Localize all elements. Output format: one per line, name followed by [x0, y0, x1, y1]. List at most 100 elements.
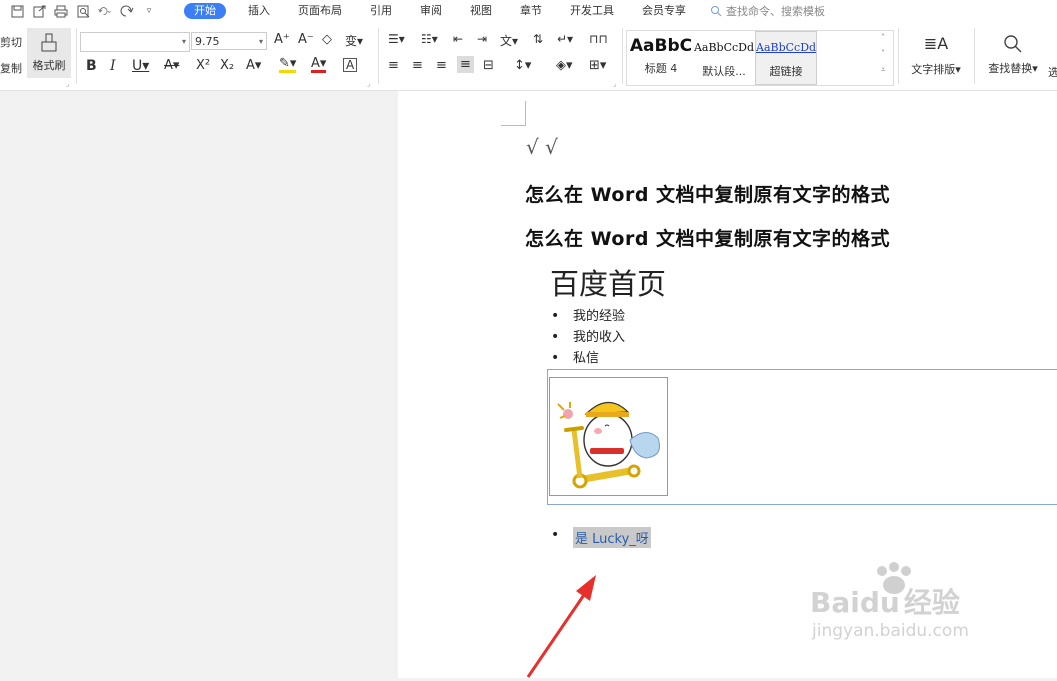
list-item[interactable]: 我的经验 [551, 306, 625, 327]
magnifier-icon [1004, 35, 1022, 53]
copy-button[interactable]: 复制 [0, 60, 22, 76]
shading-icon[interactable]: ◈▾ [556, 58, 573, 73]
font-size-select[interactable]: 9.75 ▾ [191, 32, 267, 50]
font-color-icon[interactable]: A▾ [311, 57, 327, 73]
search-icon [711, 6, 722, 17]
clear-format-icon[interactable]: ◇ [322, 32, 332, 47]
strikethrough-icon[interactable]: A▾ [164, 58, 179, 73]
line-spacing-icon[interactable]: ↕▾ [514, 58, 531, 73]
heading-line: 怎么在 Word 文档中复制原有文字的格式 [525, 228, 891, 250]
style-heading4[interactable]: AaBbC 标题 4 [629, 31, 693, 85]
selected-text[interactable]: 是 Lucky_呀 [573, 527, 651, 548]
highlight-icon[interactable]: ✎▾ [279, 57, 297, 73]
list-item[interactable]: 我的收入 [551, 327, 625, 348]
font-launcher-icon[interactable]: ⌟ [367, 80, 370, 88]
redo-icon[interactable] [120, 4, 134, 18]
chinese-layout-icon[interactable]: 文▾ [500, 32, 518, 49]
style-hyperlink[interactable]: AaBbCcDd 超链接 [755, 31, 817, 85]
customize-icon[interactable]: ▿ [142, 4, 156, 18]
tab-page-layout[interactable]: 页面布局 [284, 0, 356, 22]
quick-access-toolbar: ▿ [0, 4, 156, 18]
align-right-icon[interactable]: ≡ [436, 58, 447, 73]
chevron-down-icon: ▾ [181, 37, 186, 46]
print-icon[interactable] [54, 4, 68, 18]
bold-icon[interactable]: B [86, 58, 97, 74]
tab-home[interactable]: 开始 [184, 3, 226, 19]
show-marks-icon[interactable]: ↵▾ [557, 32, 573, 46]
underline-icon[interactable]: U▾ [132, 58, 149, 74]
page-corner-mark [501, 101, 526, 126]
paragraph-launcher-icon[interactable]: ⌟ [613, 80, 616, 88]
align-center-icon[interactable]: ≡ [412, 58, 423, 73]
undo-icon[interactable] [98, 4, 112, 18]
heading-line: 怎么在 Word 文档中复制原有文字的格式 [525, 184, 891, 206]
char-border-icon[interactable]: A [343, 58, 358, 72]
subscript-icon[interactable]: X₂ [220, 58, 234, 73]
superscript-icon[interactable]: X² [196, 58, 210, 73]
sort-icon[interactable]: ⇅ [533, 32, 543, 46]
ribbon-home: 剪切 复制 格式刷 ⌟ ▾ 9.75 ▾ A⁺ A⁻ ◇ 变▾ B I U▾ A… [0, 22, 1057, 91]
justify-icon[interactable]: ≡ [457, 56, 474, 73]
scooter-cartoon-icon [557, 401, 660, 489]
style-preview: AaBbC [629, 36, 693, 56]
baidu-homepage-title: 百度首页 [550, 267, 667, 301]
tab-references[interactable]: 引用 [356, 0, 406, 22]
format-painter-icon [41, 33, 57, 52]
tab-section[interactable]: 章节 [506, 0, 556, 22]
link-list: 我的经验 我的收入 私信 [551, 306, 625, 369]
chevron-down-icon: ▾ [258, 37, 263, 46]
text-effect-icon[interactable]: A▾ [246, 58, 261, 73]
font-size-value: 9.75 [195, 35, 220, 48]
numbered-list-icon[interactable]: ☷▾ [421, 32, 438, 46]
command-search[interactable]: 查找命令、搜索模板 [710, 3, 825, 19]
grow-font-icon[interactable]: A⁺ [274, 32, 290, 47]
text-layout-icon: ≣A [923, 33, 949, 53]
text-layout-label: 文字排版▾ [911, 62, 961, 76]
shrink-font-icon[interactable]: A⁻ [298, 32, 314, 47]
list-item[interactable]: 私信 [551, 348, 625, 369]
tab-insert[interactable]: 插入 [234, 0, 284, 22]
export-icon[interactable] [32, 4, 46, 18]
font-name-select[interactable]: ▾ [80, 32, 190, 52]
scroll-up-icon[interactable]: ˄ [881, 33, 885, 42]
command-search-placeholder: 查找命令、搜索模板 [726, 5, 825, 18]
style-preview: AaBbCcDd [693, 41, 755, 54]
sqrt-symbols: √ √ [526, 135, 558, 159]
increase-indent-icon[interactable]: ⇥ [477, 32, 487, 46]
print-preview-icon[interactable] [76, 4, 90, 18]
format-painter-button[interactable]: 格式刷 [27, 28, 71, 78]
more-styles-icon[interactable]: ⩡ [881, 65, 886, 75]
tab-stops-icon[interactable]: ⊓⊓ [589, 32, 608, 46]
bullet-list-icon[interactable]: ☰▾ [388, 32, 405, 46]
style-name: 默认段... [702, 65, 746, 78]
watermark-brand: Baidu [810, 586, 900, 619]
image-table-cell[interactable] [547, 369, 1057, 505]
style-default-paragraph[interactable]: AaBbCcDd 默认段... [693, 31, 755, 85]
style-name: 标题 4 [644, 62, 678, 75]
italic-icon[interactable]: I [110, 58, 116, 74]
decrease-indent-icon[interactable]: ⇤ [453, 32, 463, 46]
bullet: • [551, 527, 560, 543]
tab-member[interactable]: 会员专享 [628, 0, 700, 22]
cut-button[interactable]: 剪切 [0, 34, 22, 50]
align-left-icon[interactable]: ≡ [388, 58, 399, 73]
format-painter-label: 格式刷 [32, 59, 66, 72]
avatar-image[interactable] [549, 377, 668, 496]
scroll-down-icon[interactable]: ˅ [881, 49, 885, 58]
tab-review[interactable]: 审阅 [406, 0, 456, 22]
style-name: 超链接 [769, 65, 803, 78]
menu-bar: ▿ 开始 插入 页面布局 引用 审阅 视图 章节 开发工具 会员专享 查找命令、… [0, 0, 1057, 22]
borders-icon[interactable]: ⊞▾ [589, 58, 606, 73]
text-layout-button[interactable]: ≣A 文字排版▾ [904, 30, 968, 80]
phonetic-guide-icon[interactable]: 变▾ [345, 32, 363, 49]
save-icon[interactable] [10, 4, 24, 18]
tab-developer[interactable]: 开发工具 [556, 0, 628, 22]
document-margin-area [0, 91, 398, 678]
document-page[interactable]: √ √ 怎么在 Word 文档中复制原有文字的格式 怎么在 Word 文档中复制… [398, 91, 1057, 678]
select-button[interactable]: 选 [1048, 64, 1057, 80]
distributed-icon[interactable]: ⊟ [483, 58, 494, 73]
watermark-url: jingyan.baidu.com [812, 621, 969, 641]
clipboard-launcher-icon[interactable]: ⌟ [66, 80, 69, 88]
find-replace-button[interactable]: 查找替换▾ [980, 30, 1046, 80]
tab-view[interactable]: 视图 [456, 0, 506, 22]
